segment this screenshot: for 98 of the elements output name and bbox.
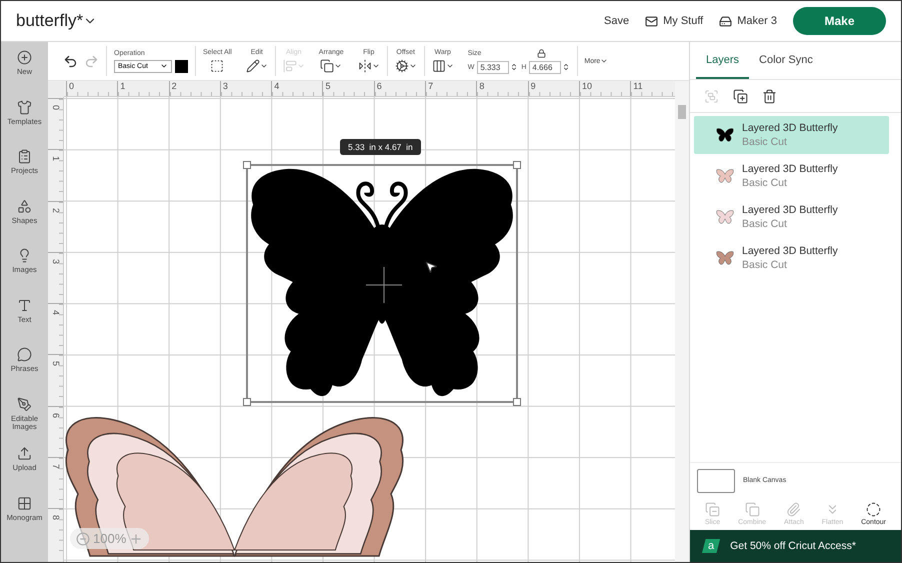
caret-icon bbox=[446, 62, 454, 70]
caret-icon bbox=[372, 62, 380, 70]
caret-icon bbox=[334, 62, 342, 70]
promo-text: Get 50% off Cricut Access* bbox=[730, 540, 856, 552]
layer-operation: Basic Cut bbox=[742, 177, 788, 189]
stepper-icon[interactable] bbox=[510, 63, 518, 71]
access-badge: a bbox=[702, 539, 720, 553]
flip-icon bbox=[358, 59, 372, 73]
butterfly-thumbnail-icon bbox=[716, 250, 734, 266]
lock-icon[interactable] bbox=[537, 48, 546, 58]
tool-button[interactable] bbox=[246, 59, 268, 73]
ruler-label: 7 bbox=[425, 81, 476, 96]
ruler-label: 1 bbox=[51, 156, 60, 162]
layer-name: Layered 3D Butterfly bbox=[742, 245, 838, 257]
layer-item[interactable]: Layered 3D Butterfly Basic Cut bbox=[694, 239, 889, 277]
ruler-label: 0 bbox=[66, 81, 118, 96]
layer-item[interactable]: Layered 3D Butterfly Basic Cut bbox=[694, 157, 889, 195]
panel-tab[interactable]: Color Sync bbox=[749, 42, 823, 79]
panel-tab[interactable]: Layers bbox=[696, 42, 750, 79]
minus-icon bbox=[76, 532, 90, 546]
butterfly-thumbnail-icon bbox=[716, 126, 734, 144]
ruler-label: 10 bbox=[578, 81, 630, 96]
blank-canvas-swatch[interactable] bbox=[697, 468, 735, 492]
ruler-label: 8 bbox=[51, 515, 60, 520]
clipboard-icon bbox=[17, 149, 32, 164]
tool-button[interactable] bbox=[432, 59, 454, 73]
canvas-grid[interactable]: 5.33 in x 4.67 in 100% bbox=[64, 97, 675, 562]
tool-button[interactable] bbox=[320, 59, 342, 73]
layer-operation: Basic Cut bbox=[742, 259, 788, 271]
gear-icon bbox=[394, 59, 409, 73]
layer-item[interactable]: Layered 3D Butterfly Basic Cut bbox=[694, 116, 889, 154]
layer-operation: Basic Cut bbox=[742, 218, 788, 230]
width-field[interactable]: 5.333 bbox=[477, 60, 510, 74]
resize-handle[interactable] bbox=[243, 398, 251, 406]
promo-banner[interactable]: a Get 50% off Cricut Access* bbox=[690, 530, 901, 562]
tool-button[interactable] bbox=[358, 59, 380, 73]
ruler-label: 5 bbox=[51, 361, 60, 366]
envelope-icon bbox=[645, 14, 658, 28]
ruler-label: 7 bbox=[51, 464, 60, 470]
ruler-label: 6 bbox=[51, 412, 60, 418]
caret-icon bbox=[600, 57, 608, 65]
chat-bubble-icon bbox=[17, 347, 32, 362]
my-stuff-button[interactable]: My Stuff bbox=[645, 14, 704, 28]
layer-operation: Basic Cut bbox=[742, 136, 788, 148]
layer-item[interactable]: Layered 3D Butterfly Basic Cut bbox=[694, 198, 889, 236]
color-swatch[interactable] bbox=[175, 60, 188, 72]
dashed-square-icon bbox=[210, 59, 224, 73]
slice-icon bbox=[705, 502, 720, 517]
pencil-icon bbox=[246, 59, 260, 73]
caret-icon bbox=[296, 62, 305, 70]
dashed-circle-icon bbox=[866, 502, 882, 517]
layer-name: Layered 3D Butterfly bbox=[742, 163, 838, 175]
tool-button[interactable] bbox=[210, 59, 224, 73]
paperclip-icon bbox=[786, 502, 802, 517]
caret-icon bbox=[408, 62, 417, 70]
duplicate-icon[interactable] bbox=[733, 88, 748, 104]
scrollbar-thumb[interactable] bbox=[678, 105, 686, 119]
tool-button[interactable] bbox=[394, 59, 417, 73]
undo-icon[interactable] bbox=[63, 54, 78, 68]
ruler-label: 2 bbox=[51, 208, 60, 213]
layer-name: Layered 3D Butterfly bbox=[742, 122, 838, 134]
columns-icon bbox=[432, 59, 446, 73]
cursor-icon bbox=[424, 260, 438, 274]
shirt-icon bbox=[17, 100, 32, 114]
machine-icon bbox=[719, 14, 732, 28]
plus-icon bbox=[129, 532, 144, 546]
trash-icon[interactable] bbox=[762, 88, 777, 104]
pen-tool-icon bbox=[17, 396, 32, 412]
zoom-level: 100% bbox=[93, 531, 126, 546]
dimensions-tooltip: 5.33 in x 4.67 in bbox=[340, 139, 421, 155]
resize-handle[interactable] bbox=[513, 398, 521, 406]
caret-icon bbox=[260, 62, 268, 70]
center-crosshair-icon bbox=[366, 267, 402, 303]
stepper-icon[interactable] bbox=[562, 63, 570, 71]
type-icon bbox=[17, 298, 32, 312]
resize-handle[interactable] bbox=[513, 161, 521, 169]
make-button[interactable]: Make bbox=[793, 7, 886, 35]
butterfly-thumbnail-icon bbox=[716, 208, 734, 226]
ruler-label: 11 bbox=[630, 81, 675, 96]
ruler-label: 4 bbox=[271, 81, 322, 96]
ruler-label: 4 bbox=[51, 310, 60, 316]
upload-icon bbox=[17, 446, 32, 461]
caret-icon bbox=[160, 62, 168, 70]
ruler-label: 3 bbox=[51, 258, 60, 264]
combine-icon bbox=[744, 502, 760, 517]
resize-handle[interactable] bbox=[243, 161, 251, 169]
align-icon bbox=[282, 59, 297, 73]
butterfly-thumbnail-icon bbox=[716, 168, 734, 184]
ruler-label: 0 bbox=[51, 105, 60, 110]
stacked-squares-icon bbox=[320, 59, 334, 73]
save-button[interactable]: Save bbox=[604, 15, 630, 27]
shapes-icon bbox=[17, 198, 32, 214]
project-title[interactable]: butterfly* bbox=[16, 11, 84, 31]
height-field[interactable]: 4.666 bbox=[529, 60, 562, 74]
machine-button[interactable]: Maker 3 bbox=[719, 14, 777, 28]
layer-name: Layered 3D Butterfly bbox=[742, 204, 838, 216]
plus-circle-icon bbox=[17, 50, 32, 65]
grid-icon bbox=[17, 496, 32, 510]
